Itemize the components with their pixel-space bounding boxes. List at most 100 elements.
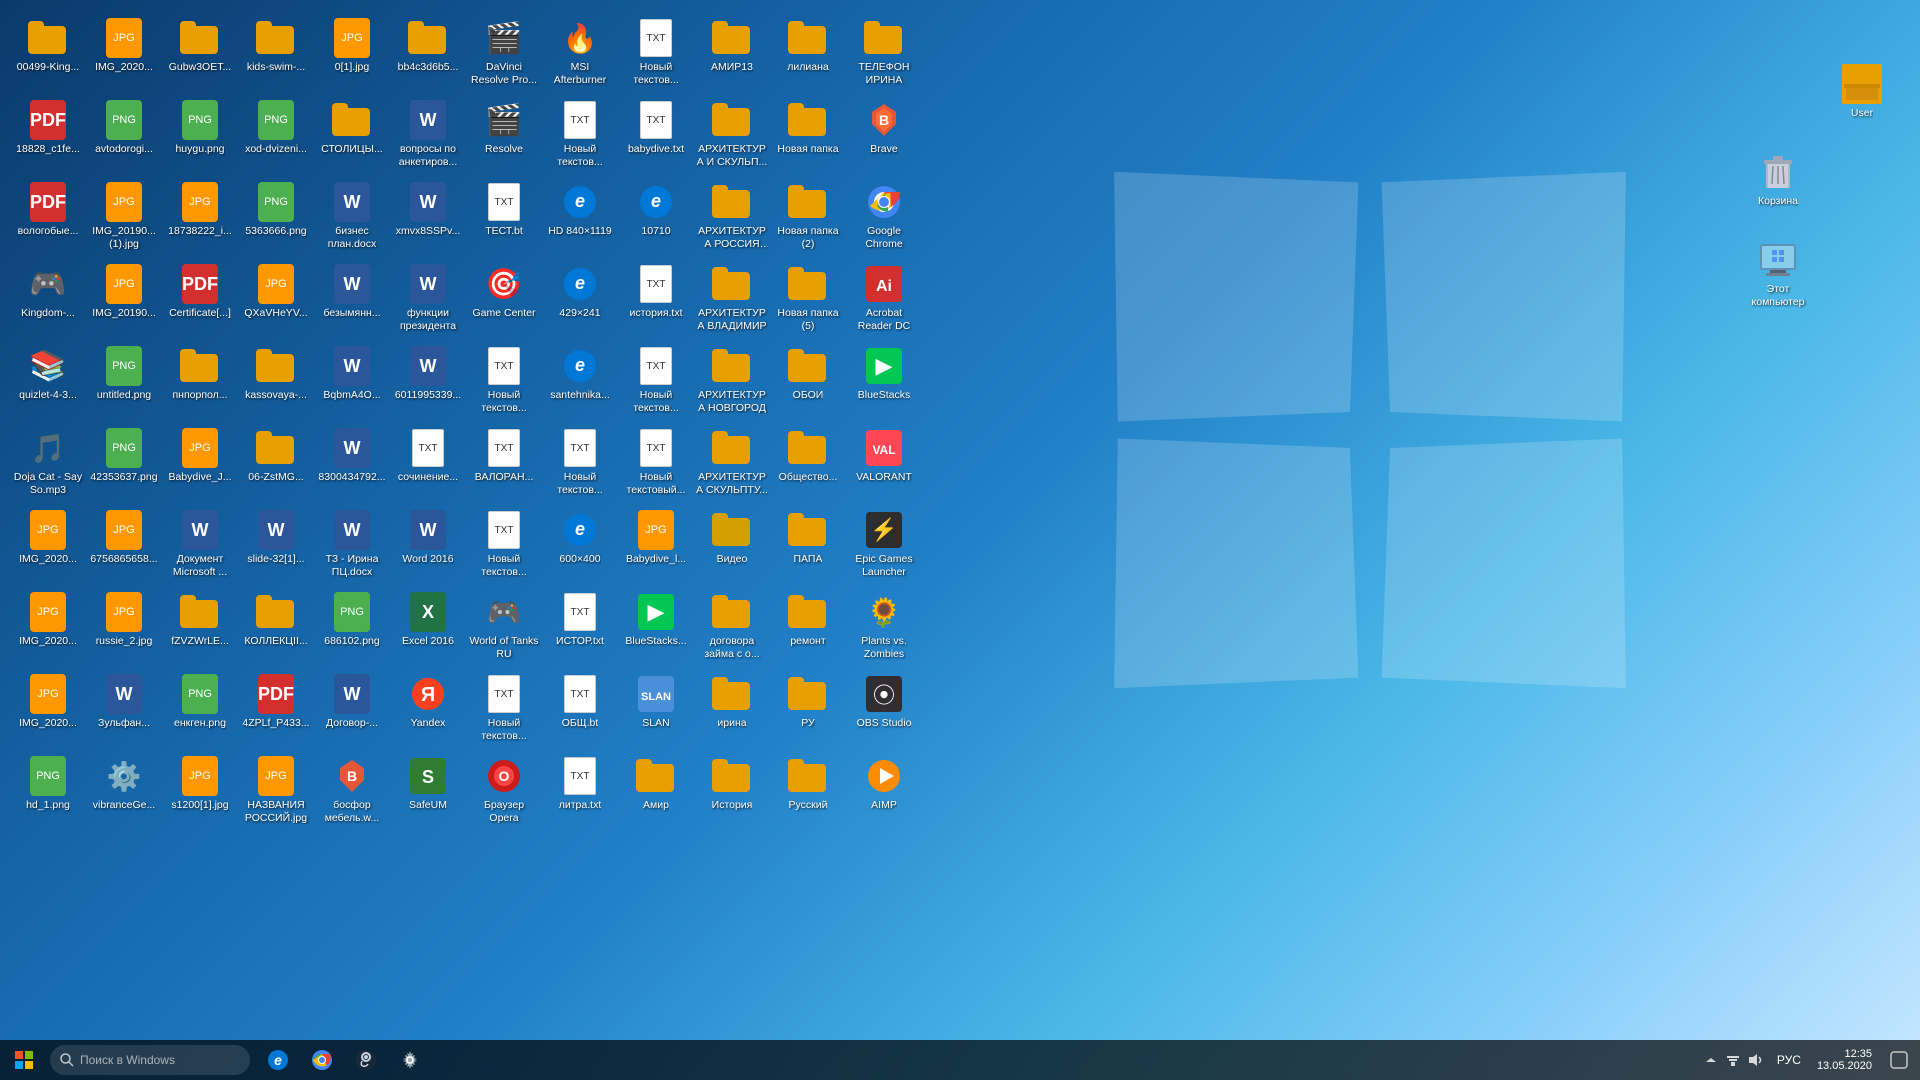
icon-qxavheyv[interactable]: JPG QXaVHeYV... <box>238 260 314 342</box>
tray-chevron[interactable] <box>1701 1050 1721 1070</box>
icon-4zplf-p433[interactable]: PDF 4ZPLf_P433... <box>238 670 314 752</box>
icon-huygu[interactable]: PNG huygu.png <box>162 96 238 178</box>
icon-s1200-1[interactable]: JPG s1200[1].jpg <box>162 752 238 834</box>
icon-0-1-jpg[interactable]: JPG 0[1].jpg <box>314 14 390 96</box>
icon-boshfor[interactable]: B босфор мебель.w... <box>314 752 390 834</box>
icon-img-2020-2[interactable]: JPG IMG_2020... <box>10 506 86 588</box>
icon-slide-32[interactable]: W slide-32[1]... <box>238 506 314 588</box>
icon-funkcii-prezidenta[interactable]: W функции президента <box>390 260 466 342</box>
icon-kingdom[interactable]: 🎮 Kingdom-... <box>10 260 86 342</box>
icon-untitled[interactable]: PNG untitled.png <box>86 342 162 424</box>
icon-bqbma4o[interactable]: W BqbmA4O... <box>314 342 390 424</box>
icon-pnporprol[interactable]: пнпорпол... <box>162 342 238 424</box>
icon-nazvaniya-rossii[interactable]: JPG НАЗВАНИЯ РОССИЙ.jpg <box>238 752 314 834</box>
icon-novaya-papka-2[interactable]: Новая папка (2) <box>770 178 846 260</box>
icon-video[interactable]: Видео <box>694 506 770 588</box>
icon-voprosy-po[interactable]: W вопросы по анкетиров... <box>390 96 466 178</box>
icon-amir13[interactable]: АМИР13 <box>694 14 770 96</box>
icon-novyi-txt-4[interactable]: TXT Новый текстов... <box>618 342 694 424</box>
icon-babydive-jpg[interactable]: JPG Babydive_J... <box>162 424 238 506</box>
icon-novyi-txt-2[interactable]: TXT Новый текстов... <box>542 96 618 178</box>
icon-img-20190-2[interactable]: JPG IMG_20190... <box>86 260 162 342</box>
icon-world-of-tanks[interactable]: 🎮 World of Tanks RU <box>466 588 542 670</box>
icon-resolve[interactable]: 🎬 Resolve <box>466 96 542 178</box>
icon-babydive-txt[interactable]: TXT babydive.txt <box>618 96 694 178</box>
icon-novyi-txt-5b[interactable]: TXT Новый текстовый... <box>618 424 694 506</box>
icon-istoriya-txt[interactable]: TXT история.txt <box>618 260 694 342</box>
icon-excel-2016[interactable]: X Excel 2016 <box>390 588 466 670</box>
icon-davinci-resolve[interactable]: 🎬 DaVinci Resolve Pro... <box>466 14 542 96</box>
icon-msi-afterburner[interactable]: 🔥 MSI Afterburner <box>542 14 618 96</box>
icon-vologobye[interactable]: PDF вологобые... <box>10 178 86 260</box>
icon-6011995339[interactable]: W 6011995339... <box>390 342 466 424</box>
taskbar-chrome-icon[interactable] <box>300 1040 344 1080</box>
icon-06-zstmg[interactable]: 06-ZstMG... <box>238 424 314 506</box>
taskbar-steam-icon[interactable] <box>344 1040 388 1080</box>
icon-remont[interactable]: ремонт <box>770 588 846 670</box>
icon-arhitektura-russia[interactable]: АРХИТЕКТУРА РОССИЯ И... <box>694 178 770 260</box>
icon-santehnika[interactable]: e santehnika... <box>542 342 618 424</box>
icon-hd-840x1119[interactable]: e HD 840×1119 <box>542 178 618 260</box>
tray-volume-icon[interactable] <box>1745 1050 1765 1070</box>
icon-dokument-microsoft[interactable]: W Документ Microsoft ... <box>162 506 238 588</box>
icon-novyi-txt-7[interactable]: TXT Новый текстов... <box>466 670 542 752</box>
icon-papa[interactable]: ПАПА <box>770 506 846 588</box>
icon-recycle-bin[interactable]: Корзина <box>1740 148 1816 228</box>
icon-18738222[interactable]: JPG 18738222_i... <box>162 178 238 260</box>
icon-google-chrome[interactable]: Google Chrome <box>846 178 922 260</box>
icon-67568656588[interactable]: JPG 6756865658... <box>86 506 162 588</box>
icon-doja-cat[interactable]: 🎵 Doja Cat - Say So.mp3 <box>10 424 86 506</box>
icon-novyi-txt-6[interactable]: TXT Новый текстов... <box>466 506 542 588</box>
icon-quizlet[interactable]: 📚 quizlet-4-3... <box>10 342 86 424</box>
icon-arhitektura-vlad[interactable]: АРХИТЕКТУРА ВЛАДИМИР <box>694 260 770 342</box>
icon-obshestvo[interactable]: Общество... <box>770 424 846 506</box>
icon-arhitektura-novgorod[interactable]: АРХИТЕКТУРА НОВГОРОД <box>694 342 770 424</box>
icon-aimp[interactable]: AIMP <box>846 752 922 834</box>
icon-yandex[interactable]: Я Yandex <box>390 670 466 752</box>
taskbar-search-box[interactable]: Поиск в Windows <box>50 1045 250 1075</box>
icon-00499-king[interactable]: 00499-King... <box>10 14 86 96</box>
icon-acrobat[interactable]: Ai Acrobat Reader DC <box>846 260 922 342</box>
icon-bb4c3d6b5[interactable]: bb4c3d6b5... <box>390 14 466 96</box>
icon-safeup[interactable]: S SafeUM <box>390 752 466 834</box>
icon-epic-games[interactable]: ⚡ Epic Games Launcher <box>846 506 922 588</box>
icon-bezymyannyi[interactable]: W безымянн... <box>314 260 390 342</box>
icon-novaya-papka-5[interactable]: Новая папка (5) <box>770 260 846 342</box>
icon-600x400[interactable]: e 600×400 <box>542 506 618 588</box>
icon-russkiy-folder[interactable]: Русский <box>770 752 846 834</box>
icon-tz-irina[interactable]: W ТЗ - Ирина ПЦ.docx <box>314 506 390 588</box>
icon-russie-2[interactable]: JPG russie_2.jpg <box>86 588 162 670</box>
icon-429x241[interactable]: e 429×241 <box>542 260 618 342</box>
icon-liliana[interactable]: лилиана <box>770 14 846 96</box>
icon-game-center[interactable]: 🎯 Game Center <box>466 260 542 342</box>
icon-18828[interactable]: PDF 18828_c1fe... <box>10 96 86 178</box>
icon-dogovor-txt[interactable]: W Договор-... <box>314 670 390 752</box>
icon-istor-txt[interactable]: TXT ИСТОР.txt <box>542 588 618 670</box>
taskbar-settings-icon[interactable] <box>388 1040 432 1080</box>
icon-slan[interactable]: SLAN SLAN <box>618 670 694 752</box>
icon-ru-folder[interactable]: РУ <box>770 670 846 752</box>
taskbar-edge-icon[interactable]: e <box>256 1040 300 1080</box>
icon-img-20190-1[interactable]: JPG IMG_20190... (1).jpg <box>86 178 162 260</box>
icon-novyi-txt-5[interactable]: TXT Новый текстов... <box>542 424 618 506</box>
icon-dogovor-zaima[interactable]: договора займа с о... <box>694 588 770 670</box>
icon-vibrancegeo[interactable]: ⚙️ vibranceGe... <box>86 752 162 834</box>
icon-telefon-irina[interactable]: ТЕЛЕФОН ИРИНА <box>846 14 922 96</box>
icon-valorant[interactable]: VAL VALORANT <box>846 424 922 506</box>
icon-this-computer[interactable]: Этот компьютер <box>1740 236 1816 316</box>
icon-686102[interactable]: PNG 686102.png <box>314 588 390 670</box>
icon-hd1[interactable]: PNG hd_1.png <box>10 752 86 834</box>
notification-center-button[interactable] <box>1882 1040 1916 1080</box>
icon-babydive-jpg2[interactable]: JPG Babydive_l... <box>618 506 694 588</box>
icon-word-2016[interactable]: W Word 2016 <box>390 506 466 588</box>
icon-certificate[interactable]: PDF Certificate[...] <box>162 260 238 342</box>
icon-biznes-plan[interactable]: W бизнес план.docx <box>314 178 390 260</box>
icon-enkgen[interactable]: PNG енкген.png <box>162 670 238 752</box>
icon-arhitektura-skulptu[interactable]: АРХИТЕКТУРА СКУЛЬПТУ... <box>694 424 770 506</box>
icon-obsh-txt[interactable]: TXT ОБЩ.bt <box>542 670 618 752</box>
icon-user[interactable]: User <box>1824 60 1900 140</box>
language-indicator[interactable]: РУС <box>1771 1053 1807 1067</box>
icon-xod-dvizeni[interactable]: PNG xod-dvizeni... <box>238 96 314 178</box>
icon-obs-studio[interactable]: ⦿ OBS Studio <box>846 670 922 752</box>
icon-10710[interactable]: e 10710 <box>618 178 694 260</box>
